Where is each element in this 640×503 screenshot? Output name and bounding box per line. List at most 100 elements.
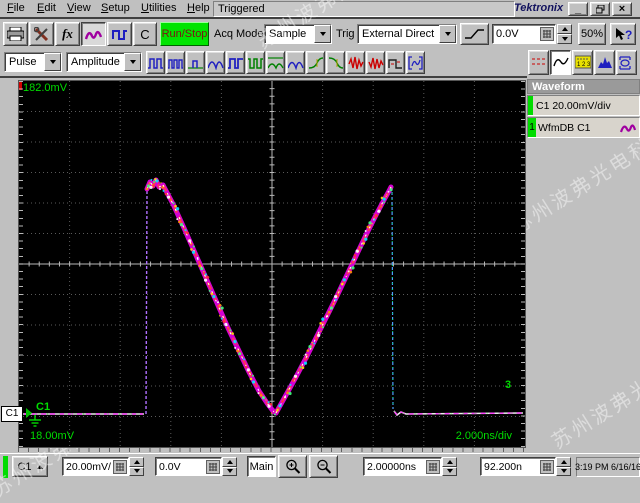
trigger-status: Triggered [213, 1, 515, 17]
acq-mode-dropdown-button[interactable] [314, 25, 331, 43]
vertical-offset-field[interactable]: 0.0V [155, 457, 222, 476]
horizontal-scale-spinner[interactable] [442, 457, 457, 476]
meas-square-pulses-button[interactable] [226, 51, 245, 74]
meas-rounded-pulses-2-button[interactable] [286, 51, 305, 74]
meas-wave-topline-icon [267, 56, 284, 70]
histogram-icon [597, 57, 612, 68]
meas-single-pulse-button[interactable] [186, 51, 205, 74]
meas-category-dropdown-button[interactable] [124, 53, 141, 71]
spin-down-button[interactable] [129, 466, 144, 476]
keypad-icon[interactable] [540, 27, 554, 41]
print-button[interactable] [3, 22, 28, 46]
meas-pos-pulses-icon [147, 57, 163, 69]
spin-down-button[interactable] [222, 466, 237, 476]
meas-pulse-markers-button[interactable] [386, 51, 405, 74]
trig-slope-button[interactable] [460, 23, 489, 45]
timebase-main-button[interactable]: Main [247, 456, 276, 477]
run-stop-button[interactable]: Run/Stop [160, 22, 209, 46]
graticule: 182.0mV 18.00mV 2.000ns/div 3 C1 [18, 80, 526, 448]
meas-group-select[interactable]: Pulse [4, 52, 62, 72]
zoom-out-button[interactable] [309, 455, 338, 478]
spin-down-button[interactable] [556, 466, 571, 476]
menu-file[interactable]: File [0, 0, 32, 17]
mask-button[interactable] [616, 50, 637, 75]
meas-rise-time-button[interactable] [306, 51, 325, 74]
minimize-button[interactable]: _ [568, 2, 588, 16]
meas-square-pulses-icon [227, 57, 243, 69]
bottom-ruler-ticks [18, 448, 524, 452]
acq-mode-label: Acq Mode [214, 28, 264, 40]
cursors-button[interactable] [528, 50, 549, 75]
meas-noise-burst-2-icon [367, 57, 384, 69]
waveform-display-button[interactable] [550, 50, 571, 75]
restore-button[interactable] [590, 2, 610, 16]
utilities-button[interactable] [29, 22, 54, 46]
meas-category-select[interactable]: Amplitude [66, 52, 142, 72]
context-help-button[interactable]: ? [610, 23, 636, 45]
chevron-down-icon [133, 469, 140, 474]
horizontal-delay-value: 92.200n [484, 460, 522, 473]
svg-text:?: ? [625, 28, 632, 42]
vertical-scale-spinner[interactable] [129, 457, 144, 476]
readouts-button[interactable]: 1 2 3 [572, 50, 593, 75]
trig-dropdown-button[interactable] [439, 25, 456, 43]
horizontal-delay-field[interactable]: 92.200n [480, 457, 556, 476]
math-button[interactable]: fx [55, 22, 80, 46]
spin-up-button[interactable] [557, 24, 572, 34]
keypad-icon[interactable] [206, 459, 220, 474]
waveform-row-label: WfmDB C1 [538, 121, 591, 134]
channel-select-button[interactable]: C1 [12, 456, 48, 477]
spin-down-button[interactable] [442, 466, 457, 476]
measurement-toolbar: Pulse Amplitude 1 2 3 [0, 48, 640, 78]
keypad-icon[interactable] [113, 459, 127, 474]
vertical-offset-spinner[interactable] [222, 457, 237, 476]
histogram-button[interactable] [594, 50, 615, 75]
channel-marker-arrow-icon [26, 408, 33, 419]
waveform-row-c1[interactable]: C1 20.00mV/div [527, 95, 640, 116]
channel-readout: C1 [36, 401, 51, 413]
menu-edit[interactable]: Edit [30, 0, 63, 17]
horizontal-delay-spinner[interactable] [556, 457, 571, 476]
trig-level-spinner[interactable] [557, 24, 572, 44]
meas-pos-pulses-button[interactable] [146, 51, 165, 74]
meas-noise-burst-icon [347, 56, 364, 69]
spin-up-button[interactable] [129, 457, 144, 467]
keypad-icon[interactable] [540, 459, 554, 474]
meas-noise-burst-2-button[interactable] [366, 51, 385, 74]
meas-pulse-train-button[interactable] [166, 51, 185, 74]
meas-wave-topline-button[interactable] [266, 51, 285, 74]
clear-button[interactable]: C [133, 22, 157, 46]
meas-fall-time-button[interactable] [326, 51, 345, 74]
meas-neg-pulses-button[interactable] [246, 51, 265, 74]
tekscope-app: { "menu": { "items": ["File", "Edit", "V… [0, 0, 640, 502]
keypad-icon[interactable] [426, 459, 440, 474]
menu-view[interactable]: View [60, 0, 98, 17]
menu-setup[interactable]: Setup [94, 0, 137, 17]
set-50-button[interactable]: 50% [578, 23, 606, 45]
waveform-db-button[interactable] [81, 22, 106, 46]
spin-up-button[interactable] [222, 457, 237, 467]
meas-gated-wave-button[interactable] [406, 51, 425, 74]
spin-up-button[interactable] [442, 457, 457, 467]
pulse-view-button[interactable] [107, 22, 132, 46]
spin-down-button[interactable] [557, 34, 572, 44]
meas-noise-burst-button[interactable] [346, 51, 365, 74]
trig-source-select[interactable]: External Direct [357, 24, 457, 44]
tektronix-logo: Tektronix [514, 2, 564, 14]
close-button[interactable]: × [612, 2, 632, 16]
menu-help[interactable]: Help [180, 0, 217, 17]
right-edge-ticks [521, 81, 525, 447]
trig-level-field[interactable]: 0.0V [492, 24, 556, 44]
chevron-up-icon [560, 459, 567, 464]
menu-utilities[interactable]: Utilities [134, 0, 183, 17]
channel-marker[interactable]: C1 [1, 406, 33, 422]
zoom-in-button[interactable] [278, 455, 307, 478]
acq-mode-select[interactable]: Sample [264, 24, 332, 44]
vertical-scale-field[interactable]: 20.00mV/ [62, 457, 129, 476]
waveform-trace [23, 177, 524, 417]
horizontal-scale-field[interactable]: 2.00000ns [363, 457, 442, 476]
spin-up-button[interactable] [556, 457, 571, 467]
waveform-row-wfmdb[interactable]: 1 WfmDB C1 [527, 117, 640, 138]
meas-rounded-pulses-button[interactable] [206, 51, 225, 74]
meas-group-dropdown-button[interactable] [44, 53, 61, 71]
